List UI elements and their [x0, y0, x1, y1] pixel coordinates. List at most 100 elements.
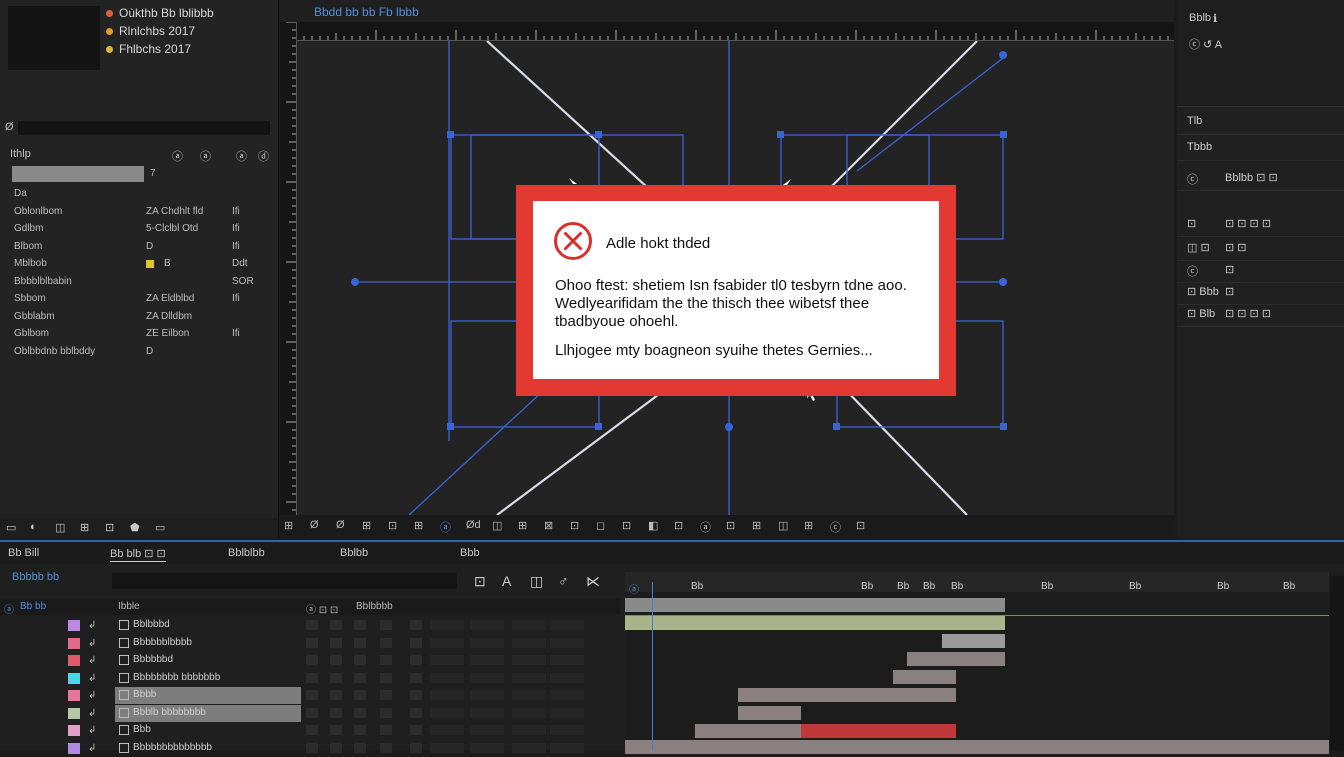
selected-item[interactable] [12, 166, 144, 182]
layer-clip[interactable] [737, 706, 801, 720]
layer-switch[interactable] [470, 672, 504, 683]
layer-switch[interactable] [354, 637, 366, 648]
layer-switch[interactable] [410, 655, 422, 665]
layer-switch[interactable] [470, 742, 504, 753]
footer-icon[interactable]: ⊞ [80, 521, 89, 534]
layer-switch[interactable] [512, 655, 546, 665]
layer-switch[interactable] [380, 725, 392, 735]
right-panel-row[interactable]: ⊡ Blb ⊡ ⊡ ⊡ ⊡ [1177, 302, 1344, 327]
viewer-tool-icon[interactable]: ◫ [492, 519, 502, 532]
layer-clip[interactable] [625, 598, 1006, 612]
layer-switch[interactable] [410, 620, 422, 630]
layer-switch[interactable] [354, 707, 366, 718]
layer-switch[interactable] [550, 725, 584, 735]
layer-name-cell[interactable]: Bbb [115, 722, 301, 739]
viewer-tool-icon[interactable]: ◫ [778, 519, 788, 532]
column-icon[interactable]: ⓐ [200, 148, 211, 164]
layer-switch[interactable] [306, 707, 318, 718]
layer-row[interactable]: ↲ Bbb [0, 722, 620, 739]
layer-switch[interactable] [512, 707, 546, 718]
timeline-tool-icon[interactable]: ◫ [530, 573, 543, 590]
timeline-tool-icon[interactable]: ♂ [558, 573, 569, 589]
viewer-tool-icon[interactable]: ⊡ [674, 519, 683, 532]
layer-label-color[interactable] [68, 620, 80, 631]
layer-switch[interactable] [470, 725, 504, 735]
layer-clip[interactable] [892, 670, 956, 684]
timeline-tool-icon[interactable]: ⋉ [586, 573, 600, 590]
layer-clip[interactable] [625, 616, 1006, 630]
layer-name-cell[interactable]: Bbbbbbbb bbbbbbb [115, 670, 301, 687]
layer-switch[interactable] [470, 707, 504, 718]
viewer-tool-icon[interactable]: ◧ [648, 519, 658, 532]
layer-switch[interactable] [380, 707, 392, 718]
layer-switch[interactable] [380, 742, 392, 753]
timeline-tab-active[interactable]: Bb blb ⊡ ⊡ [110, 547, 166, 562]
column-name[interactable]: Ithlp [10, 148, 31, 160]
timeline-tab[interactable]: Bblbb [340, 547, 368, 559]
layer-label-color[interactable] [68, 690, 80, 701]
layer-name-cell[interactable]: Bbbbbbd [115, 652, 301, 669]
layer-switch[interactable] [470, 655, 504, 665]
layer-switch[interactable] [430, 690, 464, 700]
column-icon[interactable]: ⓐ [172, 148, 183, 164]
layer-switch[interactable] [306, 655, 318, 665]
layer-switch[interactable] [512, 620, 546, 630]
timeline-tab[interactable]: Bbb [460, 547, 480, 559]
project-item[interactable]: Gdlbm 5-Clclbl Otd Ifi [14, 221, 264, 238]
layer-switch[interactable] [550, 707, 584, 718]
layer-row[interactable]: ↲ Bbbbbblbbbb [0, 635, 620, 652]
layer-switch[interactable] [410, 725, 422, 735]
layer-switch[interactable] [380, 637, 392, 648]
layer-switch[interactable] [410, 707, 422, 718]
layer-row[interactable]: ↲ Bbblb bbbbbbbb [0, 704, 620, 722]
layer-switch[interactable] [550, 655, 584, 665]
layer-row[interactable]: ↲ Bbbbbbd [0, 652, 620, 669]
playhead[interactable] [652, 582, 653, 750]
layer-switch[interactable] [410, 672, 422, 683]
footer-icon[interactable]: ⬟ [130, 521, 140, 534]
layer-name-cell[interactable]: Bbbbbbbbbbbbbb [115, 740, 301, 757]
column-label[interactable]: Bblbbbb [356, 601, 393, 612]
project-item[interactable]: Gblbom ZE Eilbon Ifi [14, 326, 264, 343]
viewer-tool-icon[interactable]: ⊡ [726, 519, 735, 532]
viewer-tool-icon[interactable]: ⊡ [622, 519, 631, 532]
timeline-search-input[interactable] [112, 573, 457, 589]
layer-switch[interactable] [380, 690, 392, 700]
layer-switch[interactable] [306, 742, 318, 753]
column-label[interactable]: Ibble [118, 601, 140, 612]
layer-switch[interactable] [512, 672, 546, 683]
layer-switch[interactable] [430, 655, 464, 665]
column-label[interactable]: Bb bb [20, 601, 46, 612]
timeline-tool-icon[interactable]: A [502, 573, 511, 589]
layer-switch[interactable] [380, 672, 392, 683]
timeline-tab[interactable]: Bb Bill [8, 547, 39, 559]
layer-switch[interactable] [430, 742, 464, 753]
layer-row[interactable]: ↲ Bbbb [0, 687, 620, 704]
timeline-graph[interactable]: ⓐ Bb Bb Bb Bb Bb Bb Bb Bb Bb [625, 572, 1344, 754]
right-panel-row[interactable]: Tlb [1177, 110, 1344, 135]
layer-switch[interactable] [470, 620, 504, 630]
viewer-tool-icon[interactable]: ⊞ [752, 519, 761, 532]
search-icon[interactable]: Ø [5, 121, 14, 133]
layer-switch[interactable] [354, 620, 366, 630]
layer-label-color[interactable] [68, 672, 80, 684]
layer-switch[interactable] [354, 655, 366, 665]
layer-switch[interactable] [512, 725, 546, 735]
layer-switch[interactable] [430, 637, 464, 648]
viewer-tool-icon[interactable]: Ø [336, 519, 345, 531]
viewer-tool-icon[interactable]: ⓐ [440, 519, 451, 535]
layer-switch[interactable] [306, 637, 318, 648]
layer-switch[interactable] [354, 690, 366, 700]
viewer-tool-icon[interactable]: ⓐ [700, 519, 711, 535]
viewer-tool-icon[interactable]: ⊠ [544, 519, 553, 532]
layer-row[interactable]: ↲ Bbbbbbbbbbbbbb [0, 740, 620, 757]
layer-label-color[interactable] [68, 655, 80, 666]
layer-switch[interactable] [306, 690, 318, 700]
project-search-input[interactable] [18, 121, 270, 135]
layer-label-color[interactable] [68, 707, 80, 719]
viewer-tool-icon[interactable]: ◻ [596, 519, 605, 532]
layer-switch[interactable] [380, 620, 392, 630]
footer-icon[interactable]: ⊡ [105, 521, 114, 534]
viewer-tool-icon[interactable]: ⓒ [830, 519, 841, 535]
layer-switch[interactable] [550, 672, 584, 683]
